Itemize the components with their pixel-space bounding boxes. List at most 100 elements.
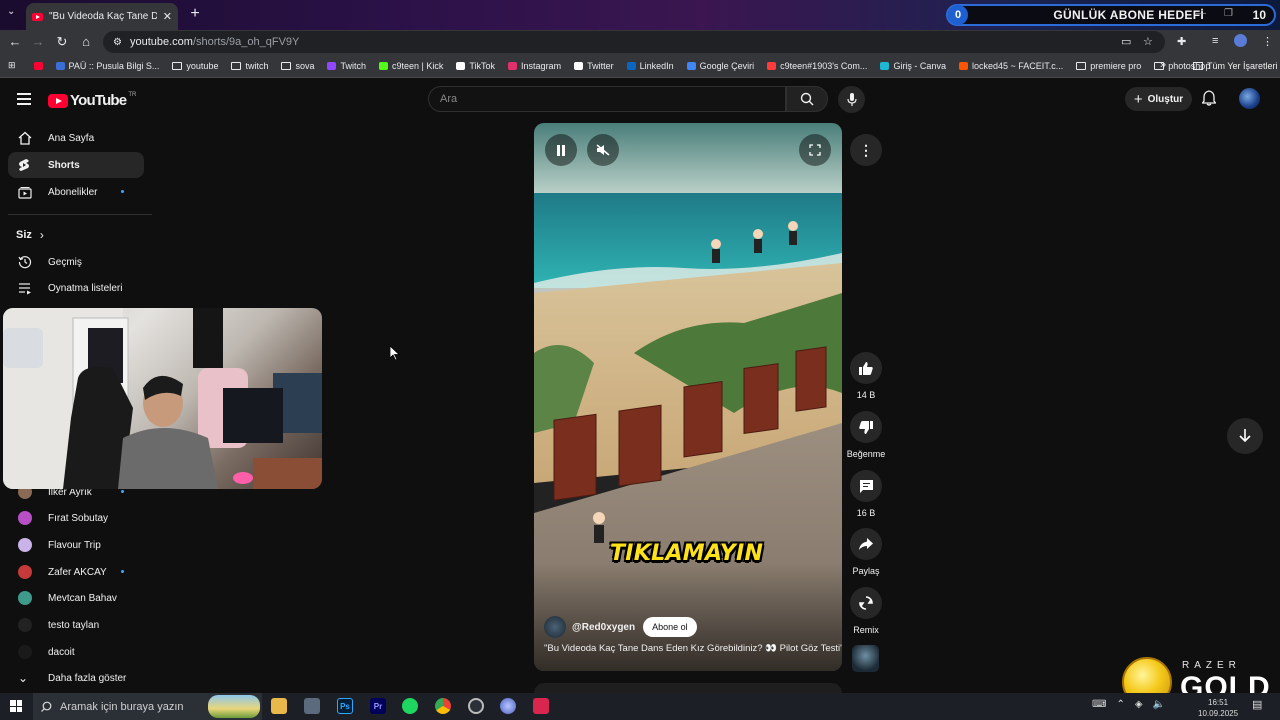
tray-expand-icon[interactable]: ⌃ <box>1116 699 1124 710</box>
app-icon[interactable] <box>500 698 516 714</box>
notification-center-icon[interactable]: ▤ <box>1252 698 1262 711</box>
bookmark-item[interactable]: Giriş - Canva <box>880 61 946 71</box>
apps-icon[interactable]: ⊞ <box>8 60 16 71</box>
network-icon[interactable]: ◈ <box>1135 699 1143 710</box>
bookmark-item[interactable]: youtube <box>172 61 218 71</box>
next-short-button[interactable] <box>1227 418 1263 454</box>
remix-icon <box>859 596 873 610</box>
bookmark-item[interactable]: sova <box>281 61 314 71</box>
bookmarks-overflow-icon[interactable]: » <box>1160 59 1166 71</box>
share-action[interactable]: Paylaş <box>850 528 882 576</box>
file-explorer-icon[interactable] <box>271 698 287 714</box>
short-title[interactable]: "Bu Videoda Kaç Tane Dans Eden Kız Göreb… <box>544 643 842 654</box>
tab-search-icon[interactable]: ⌄ <box>7 6 15 17</box>
profile-icon[interactable] <box>1234 34 1247 47</box>
home-icon[interactable]: ⌂ <box>78 34 94 50</box>
url-host: youtube.com <box>129 36 193 48</box>
chrome-icon[interactable] <box>435 698 451 714</box>
subscription-item[interactable]: dacoit <box>8 639 144 665</box>
minimize-icon[interactable]: — <box>1196 8 1206 19</box>
remix-action[interactable]: Remix <box>850 587 882 635</box>
menu-kebab-icon[interactable]: ⋮ <box>1262 35 1273 48</box>
address-bar[interactable]: ⚙ youtube.com/shorts/9a_oh_qFV9Y <box>103 31 1165 53</box>
back-arrow-icon[interactable]: ← <box>7 34 23 50</box>
youtube-logo[interactable]: YouTube TR <box>48 92 136 109</box>
browser-tab-active[interactable]: "Bu Videoda Kaç Tane Dans Ede ✕ <box>26 3 178 30</box>
like-action[interactable]: 14 B <box>850 352 882 400</box>
subscription-label: dacoit <box>48 646 75 658</box>
reload-icon[interactable]: ↻ <box>54 34 70 50</box>
taskbar-clock[interactable]: 16:51 10.09.2025 <box>1198 697 1238 719</box>
channel-info: @Red0xygen Abone ol <box>544 616 697 638</box>
mute-button[interactable] <box>587 134 619 166</box>
youtube-bookmark-icon[interactable] <box>33 61 43 70</box>
new-tab-button[interactable]: + <box>186 5 204 23</box>
comments-action[interactable]: 16 B <box>850 470 882 518</box>
bookmark-item[interactable]: c9teen#1903's Com... <box>767 61 867 71</box>
channel-name[interactable]: @Red0xygen <box>572 622 635 633</box>
guide-menu-icon[interactable] <box>17 93 31 108</box>
taskbar-search-input[interactable]: Aramak için buraya yazın <box>33 693 262 720</box>
bookmark-item[interactable]: Twitch <box>327 61 366 71</box>
sidebar-item-home[interactable]: Ana Sayfa <box>8 125 144 151</box>
restore-icon[interactable]: ❐ <box>1224 8 1233 19</box>
sidebar-item-playlists[interactable]: Oynatma listeleri <box>8 275 144 301</box>
fullscreen-button[interactable] <box>799 134 831 166</box>
extensions-icon[interactable]: ✚ <box>1177 35 1186 48</box>
account-avatar[interactable] <box>1239 88 1260 109</box>
notifications-bell-icon[interactable] <box>1201 90 1217 111</box>
bookmark-item[interactable]: Google Çeviri <box>686 61 754 71</box>
subscription-item[interactable]: testo taylan <box>8 612 144 638</box>
subscription-item[interactable]: Flavour Trip <box>8 532 144 558</box>
media-icon[interactable]: ≡ <box>1212 35 1218 47</box>
site-info-icon[interactable]: ⚙ <box>113 37 122 48</box>
search-placeholder: Ara <box>440 93 458 105</box>
valorant-icon[interactable] <box>533 698 549 714</box>
create-button[interactable]: + Oluştur <box>1125 87 1192 111</box>
bookmark-item[interactable]: twitch <box>231 61 268 71</box>
sidebar-item-history[interactable]: Geçmiş <box>8 249 144 275</box>
bookmark-item[interactable]: Instagram <box>508 61 561 71</box>
all-bookmarks-folder[interactable]: Tüm Yer İşaretleri <box>1193 54 1278 78</box>
bookmark-item[interactable]: c9teen | Kick <box>379 61 443 71</box>
tab-close-icon[interactable]: ✕ <box>163 10 172 23</box>
bookmark-item[interactable]: locked45 ~ FACEIT.c... <box>958 61 1063 71</box>
shorts-player[interactable]: TIKLAMAYIN @Red0xygen Abone ol "Bu Video… <box>534 123 842 671</box>
channel-avatar[interactable] <box>544 616 566 638</box>
photoshop-icon[interactable]: Ps <box>337 698 353 714</box>
voice-search-button[interactable] <box>838 86 865 113</box>
dislike-action[interactable]: Beğenme <box>847 411 885 459</box>
bookmark-star-icon[interactable]: ☆ <box>1143 35 1153 48</box>
pause-button[interactable] <box>545 134 577 166</box>
bookmark-item[interactable]: Twitter <box>574 61 614 71</box>
bookmark-item[interactable]: premiere pro <box>1076 61 1141 71</box>
obs-icon[interactable] <box>468 698 484 714</box>
subscription-item[interactable]: Fırat Sobutay <box>8 505 144 531</box>
subscription-item[interactable]: Mevtcan Bahav <box>8 585 144 611</box>
folder-icon <box>281 61 292 70</box>
audio-track-thumbnail[interactable] <box>852 645 879 672</box>
volume-icon[interactable]: 🔈 <box>1153 699 1165 710</box>
show-more-button[interactable]: ⌄ Daha fazla göster <box>8 665 144 691</box>
subscribe-button[interactable]: Abone ol <box>643 617 697 637</box>
forward-arrow-icon[interactable]: → <box>30 34 46 50</box>
search-button[interactable] <box>786 86 828 112</box>
more-options-button[interactable]: ⋮ <box>850 134 882 166</box>
goal-current-count: 0 <box>948 5 968 25</box>
bookmark-label: Twitter <box>587 60 614 71</box>
sidebar-item-shorts[interactable]: Shorts <box>8 152 144 178</box>
bookmark-item[interactable]: LinkedIn <box>626 61 674 71</box>
search-input[interactable]: Ara <box>428 86 786 112</box>
windows-start-icon[interactable] <box>10 700 22 712</box>
cast-icon[interactable]: ▭ <box>1121 35 1131 48</box>
spotify-icon[interactable] <box>402 698 418 714</box>
you-section-header[interactable]: Siz › <box>16 228 44 242</box>
sidebar-item-label: Oynatma listeleri <box>48 282 123 294</box>
bookmark-item[interactable]: TikTok <box>456 61 495 71</box>
share-label: Paylaş <box>852 566 880 576</box>
next-short-preview[interactable] <box>534 683 842 693</box>
keyboard-icon[interactable]: ⌨ <box>1092 699 1106 710</box>
calculator-icon[interactable] <box>304 698 320 714</box>
premiere-pro-icon[interactable]: Pr <box>370 698 386 714</box>
bookmark-item[interactable]: PAÜ :: Pusula Bilgi S... <box>55 61 159 71</box>
